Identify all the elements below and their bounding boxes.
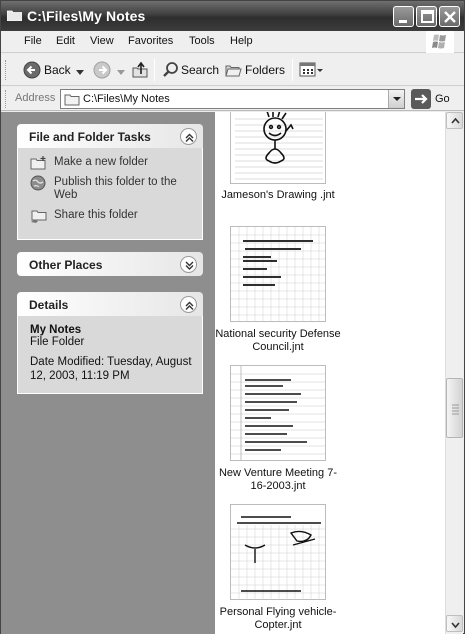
- file-thumbnail: [230, 112, 326, 184]
- minimize-button[interactable]: [393, 6, 414, 27]
- menu-edit[interactable]: Edit: [56, 35, 75, 47]
- share-folder-icon: [31, 210, 47, 223]
- panel-title: Other Places: [29, 258, 103, 272]
- chevron-down-icon: [185, 261, 194, 270]
- chevron-up-icon: [185, 133, 194, 142]
- maximize-icon: [421, 10, 434, 23]
- address-grip[interactable]: [5, 90, 8, 108]
- panel-body: My Notes File Folder Date Modified: Tues…: [17, 316, 203, 394]
- chevron-down-icon: [393, 97, 401, 101]
- address-value: C:\Files\My Notes: [83, 93, 170, 105]
- explorer-window: C:\Files\My Notes File Edit View Favorit…: [0, 0, 465, 634]
- panel-header[interactable]: Other Places: [17, 252, 203, 276]
- details-type: File Folder: [30, 336, 85, 348]
- forward-dropdown-icon[interactable]: [117, 70, 125, 76]
- file-list-view: Jameson's Drawing .jnt National security…: [215, 112, 445, 634]
- file-thumbnail: [230, 365, 326, 461]
- menu-tools[interactable]: Tools: [189, 35, 215, 47]
- task-label: Publish this folder to the Web: [54, 176, 177, 201]
- go-arrow-icon: [415, 94, 428, 104]
- folders-label: Folders: [245, 63, 286, 77]
- minimize-icon: [399, 20, 407, 23]
- collapse-button[interactable]: [180, 128, 197, 145]
- panel-title: File and Folder Tasks: [29, 130, 151, 144]
- windows-logo-icon: [426, 31, 454, 53]
- share-folder-link[interactable]: Share this folder: [30, 209, 192, 223]
- panel-header[interactable]: Details: [17, 292, 203, 316]
- details-modified: Date Modified: Tuesday, August 12, 2003,…: [30, 356, 192, 382]
- folder-icon: [7, 10, 22, 21]
- toolbar-separator: [154, 59, 155, 81]
- details-name: My Notes: [30, 324, 82, 336]
- vertical-scrollbar[interactable]: [445, 112, 463, 634]
- expand-button[interactable]: [180, 256, 197, 273]
- address-dropdown-button[interactable]: [388, 90, 404, 108]
- folders-button[interactable]: Folders: [225, 60, 287, 80]
- globe-icon: [30, 175, 46, 191]
- go-label: Go: [435, 93, 450, 105]
- panel-body: Make a new folder Publish this folder to…: [17, 148, 203, 240]
- back-button[interactable]: Back: [23, 60, 83, 80]
- close-button[interactable]: [439, 6, 460, 27]
- menu-view[interactable]: View: [90, 35, 114, 47]
- address-input[interactable]: C:\Files\My Notes: [60, 89, 405, 109]
- task-label: Share this folder: [54, 209, 138, 221]
- close-icon: [444, 11, 456, 23]
- go-button[interactable]: Go: [411, 89, 459, 109]
- file-name: Jameson's Drawing .jnt: [221, 189, 335, 201]
- file-name: Personal Flying vehicle-Copter.jnt: [219, 606, 337, 631]
- forward-arrow-icon: [93, 61, 111, 79]
- folders-icon: [225, 65, 242, 77]
- file-name: National security Defense Council.jnt: [215, 328, 341, 353]
- chevron-up-icon: [185, 301, 194, 310]
- collapse-button[interactable]: [180, 296, 197, 313]
- folder-icon: [64, 94, 80, 106]
- file-name: New Venture Meeting 7-16-2003.jnt: [218, 467, 337, 492]
- file-thumbnail: [230, 226, 326, 322]
- up-folder-button[interactable]: [131, 60, 151, 80]
- scroll-down-icon: [451, 622, 460, 629]
- scroll-down-button[interactable]: [446, 615, 463, 632]
- task-pane: File and Folder Tasks Make a new folder: [1, 112, 215, 634]
- toolbar-separator: [292, 59, 293, 81]
- scroll-up-button[interactable]: [446, 112, 463, 129]
- search-icon: [163, 62, 178, 77]
- search-label: Search: [181, 63, 220, 77]
- new-folder-icon: [30, 156, 46, 170]
- details-panel: Details My Notes File Folder Date Modifi…: [17, 292, 203, 394]
- menu-bar: File Edit View Favorites Tools Help: [1, 31, 464, 53]
- publish-folder-link[interactable]: Publish this folder to the Web: [30, 175, 192, 202]
- other-places-panel: Other Places: [17, 252, 203, 276]
- grip-icon: [452, 404, 459, 415]
- window-title: C:\Files\My Notes: [27, 8, 146, 24]
- scrollbar-thumb[interactable]: [446, 378, 463, 438]
- address-label: Address: [15, 92, 56, 104]
- task-label: Make a new folder: [54, 156, 148, 168]
- panel-header[interactable]: File and Folder Tasks: [17, 124, 203, 148]
- make-new-folder-link[interactable]: Make a new folder: [30, 156, 192, 170]
- maximize-button[interactable]: [416, 6, 437, 27]
- up-folder-icon: [132, 61, 148, 78]
- menu-favorites[interactable]: Favorites: [128, 35, 173, 47]
- address-bar: Address C:\Files\My Notes Go: [1, 87, 464, 111]
- back-arrow-icon: [23, 61, 41, 79]
- title-bar[interactable]: C:\Files\My Notes: [1, 1, 464, 31]
- back-label: Back: [44, 63, 71, 77]
- toolbar-grip[interactable]: [5, 60, 8, 80]
- standard-toolbar: Back Search Folders: [1, 54, 464, 86]
- menu-file[interactable]: File: [24, 35, 42, 47]
- scroll-up-icon: [451, 117, 460, 124]
- file-thumbnail: [230, 504, 326, 600]
- file-folder-tasks-panel: File and Folder Tasks Make a new folder: [17, 124, 203, 240]
- search-button[interactable]: Search: [162, 60, 220, 80]
- views-button[interactable]: [299, 60, 325, 80]
- views-icon: [299, 62, 323, 77]
- panel-title: Details: [29, 298, 69, 312]
- back-dropdown-icon[interactable]: [76, 70, 84, 76]
- menu-help[interactable]: Help: [230, 35, 253, 47]
